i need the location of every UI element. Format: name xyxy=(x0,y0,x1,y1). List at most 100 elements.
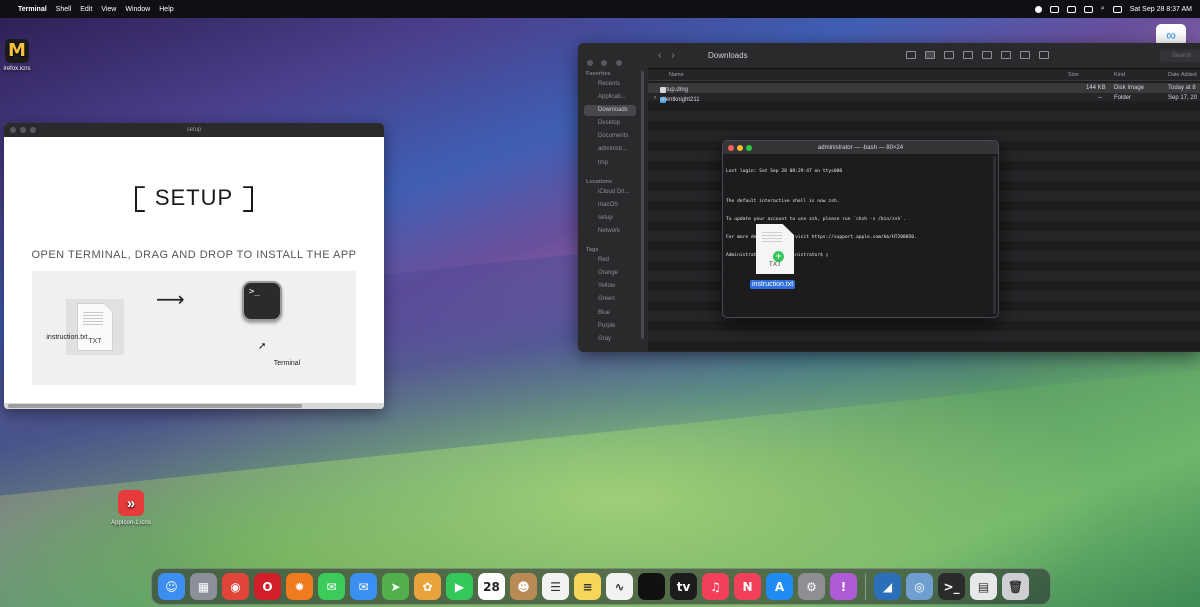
gallery-view-icon[interactable] xyxy=(963,51,973,59)
sidebar-item-applications[interactable]: Applicati... xyxy=(598,94,626,100)
more-icon[interactable] xyxy=(1039,51,1049,59)
dock-calendar-icon[interactable]: 28 xyxy=(478,573,505,600)
share-icon[interactable] xyxy=(1001,51,1011,59)
dock-finder-icon[interactable]: ☺ xyxy=(158,573,185,600)
dock-feedback-icon[interactable]: ! xyxy=(830,573,857,600)
sidebar-item-recents[interactable]: Recents xyxy=(598,81,620,87)
dock-trash-icon[interactable]: 🗑 xyxy=(1002,573,1029,600)
setup-heading-text: SETUP xyxy=(154,185,234,210)
dock-chrome-icon[interactable]: ◉ xyxy=(222,573,249,600)
file-kind: Disk Image xyxy=(1114,85,1145,91)
dock-terminal-icon[interactable]: >_ xyxy=(938,573,965,600)
battery-icon[interactable] xyxy=(1049,5,1059,13)
dock-system-settings-icon[interactable]: ⚙ xyxy=(798,573,825,600)
sidebar-tag-purple[interactable]: Purple xyxy=(598,323,615,329)
dragged-file[interactable]: TXT + xyxy=(756,224,794,274)
menu-app-name[interactable]: Terminal xyxy=(18,6,47,13)
terminal-titlebar[interactable]: administrator — -bash — 80×24 xyxy=(723,141,998,154)
terminal-title: administrator — -bash — 80×24 xyxy=(817,144,904,151)
dock-separator xyxy=(865,573,866,600)
setup-window-title: setup xyxy=(186,127,202,133)
icon-view-icon[interactable] xyxy=(906,51,916,59)
close-button[interactable] xyxy=(587,60,593,66)
column-name[interactable]: Name xyxy=(669,72,684,78)
sidebar-item-tmp[interactable]: tmp xyxy=(598,160,608,166)
dock-launchpad-icon[interactable]: ▦ xyxy=(190,573,217,600)
finder-title: Downloads xyxy=(708,51,748,60)
column-size[interactable]: Size xyxy=(1068,72,1079,78)
setup-drop-panel: TXT xyxy=(32,271,356,385)
zoom-button[interactable] xyxy=(615,60,622,66)
dock-preview-icon[interactable]: ◎ xyxy=(906,573,933,600)
sidebar-item-desktop[interactable]: Desktop xyxy=(598,120,620,126)
menu-edit[interactable]: Edit xyxy=(80,6,92,13)
dock-black-app-icon[interactable] xyxy=(638,573,665,600)
dock-firefox-icon[interactable]: ✹ xyxy=(286,573,313,600)
menu-view[interactable]: View xyxy=(101,6,116,13)
dock-reminders-icon[interactable]: ☰ xyxy=(542,573,569,600)
setup-window: setup SETUP OPEN TERMINAL, DRAG AND DROP… xyxy=(4,123,384,409)
dock-facetime-icon[interactable]: ▶ xyxy=(446,573,473,600)
scrollbar-thumb[interactable] xyxy=(8,404,302,408)
sidebar-item-icloud[interactable]: iCloud Dri... xyxy=(598,189,629,195)
dock-app-store-icon[interactable]: A xyxy=(766,573,793,600)
horizontal-scrollbar[interactable] xyxy=(4,403,384,409)
dock-maps-icon[interactable]: ➤ xyxy=(382,573,409,600)
column-date[interactable]: Date Added xyxy=(1168,72,1197,78)
dock-freeform-icon[interactable]: ∿ xyxy=(606,573,633,600)
terminal-app-icon[interactable]: >_ xyxy=(242,281,282,321)
back-icon[interactable]: ‹ xyxy=(658,50,661,61)
sidebar-tag-yellow[interactable]: Yellow xyxy=(598,283,615,289)
sidebar-tag-gray[interactable]: Gray xyxy=(598,336,611,342)
dock-notes-icon[interactable]: ≡ xyxy=(574,573,601,600)
menu-clock[interactable]: Sat Sep 28 8:37 AM xyxy=(1130,6,1192,13)
dock-apple-tv-icon[interactable]: tv xyxy=(670,573,697,600)
menu-help[interactable]: Help xyxy=(159,6,173,13)
column-view-icon[interactable] xyxy=(944,51,954,59)
table-row[interactable]: setup.dmg 144 KB Disk Image Today at 8 xyxy=(648,83,1200,93)
sidebar-tag-orange[interactable]: Orange xyxy=(598,270,618,276)
dock-opera-icon[interactable]: O xyxy=(254,573,281,600)
menu-window[interactable]: Window xyxy=(125,6,150,13)
screen-mirroring-icon[interactable] xyxy=(1066,5,1076,13)
dock-music-icon[interactable]: ♫ xyxy=(702,573,729,600)
sidebar-item-administrator[interactable]: administr... xyxy=(598,146,627,152)
window-controls xyxy=(587,53,626,71)
column-kind[interactable]: Kind xyxy=(1114,72,1125,78)
sidebar-tag-red[interactable]: Red xyxy=(598,257,609,263)
dock-downloads-stack-icon[interactable]: ▤ xyxy=(970,573,997,600)
record-icon[interactable] xyxy=(1034,5,1042,13)
search-icon[interactable]: ⌕ xyxy=(1101,5,1105,13)
sidebar-item-documents[interactable]: Documents xyxy=(598,133,628,139)
dock-messages-icon[interactable]: ✉ xyxy=(318,573,345,600)
dock-mail-icon[interactable]: ✉ xyxy=(350,573,377,600)
desktop-icon-appicon[interactable]: » AppIcon-1.icns xyxy=(104,490,158,526)
sidebar-item-network[interactable]: Network xyxy=(598,228,620,234)
dock-news-icon[interactable]: N xyxy=(734,573,761,600)
terminal-scrollbar[interactable] xyxy=(993,156,996,314)
group-icon[interactable] xyxy=(982,51,992,59)
disclosure-chevron-icon[interactable]: › xyxy=(654,95,656,101)
sidebar-tag-blue[interactable]: Blue xyxy=(598,310,610,316)
table-row[interactable]: › silentknight211 -- Folder Sep 17, 20 xyxy=(648,93,1200,103)
m-logo-icon: M xyxy=(5,39,29,63)
minimize-button[interactable] xyxy=(601,60,608,66)
search-field[interactable]: Search xyxy=(1160,50,1200,62)
sidebar-item-downloads[interactable]: Downloads xyxy=(584,105,636,116)
sidebar-item-setup[interactable]: setup xyxy=(598,215,613,221)
dock-photos-icon[interactable]: ✿ xyxy=(414,573,441,600)
sidebar-scrollbar[interactable] xyxy=(641,71,644,339)
tag-icon[interactable] xyxy=(1020,51,1030,59)
dock-shark-app-icon[interactable]: ◢ xyxy=(874,573,901,600)
list-view-icon[interactable] xyxy=(925,51,935,59)
control-center-icon[interactable] xyxy=(1083,5,1093,13)
sidebar-tag-green[interactable]: Green xyxy=(598,296,615,302)
forward-icon[interactable]: › xyxy=(671,50,674,61)
dock-contacts-icon[interactable]: ☻ xyxy=(510,573,537,600)
user-icon[interactable] xyxy=(1112,5,1122,13)
desktop-icon-firefox-icns[interactable]: M irefox.icns xyxy=(0,39,34,72)
sidebar-item-macos[interactable]: macOS xyxy=(598,202,618,208)
instruction-file[interactable]: TXT xyxy=(66,299,124,355)
setup-titlebar[interactable]: setup xyxy=(4,123,384,137)
menu-shell[interactable]: Shell xyxy=(56,6,72,13)
